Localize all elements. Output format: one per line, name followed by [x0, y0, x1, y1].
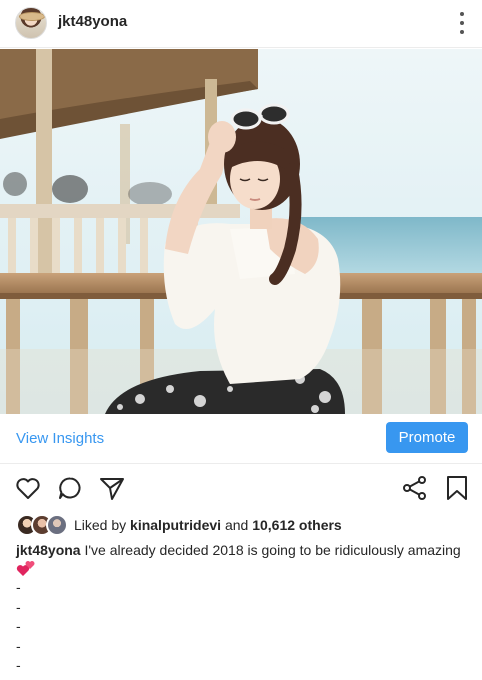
post-header: jkt48yona [0, 0, 482, 48]
caption: jkt48yona I've already decided 2018 is g… [16, 541, 471, 560]
liker-avatar [46, 514, 68, 536]
promote-button[interactable]: Promote [386, 422, 468, 453]
share-nodes-icon[interactable] [401, 474, 429, 502]
bookmark-icon[interactable] [443, 474, 471, 502]
liked-by-avatars[interactable] [16, 514, 68, 536]
more-options-icon[interactable] [458, 12, 466, 34]
caption-author[interactable]: jkt48yona [16, 542, 81, 558]
caption-dash-line: - [16, 618, 21, 634]
likes-others-count[interactable]: 10,612 others [252, 517, 342, 533]
share-icon[interactable] [98, 474, 126, 502]
post-photo[interactable] [0, 49, 482, 414]
caption-dash-line: - [16, 657, 21, 673]
heart-icon[interactable] [14, 474, 42, 502]
caption-dash-line: - [16, 598, 21, 615]
comment-icon[interactable] [56, 474, 84, 502]
post-username[interactable]: jkt48yona [58, 13, 127, 30]
caption-text: I've already decided 2018 is going to be… [80, 542, 461, 558]
view-insights-link[interactable]: View Insights [16, 430, 104, 447]
caption-dash-line: - [16, 579, 21, 595]
liker-username[interactable]: kinalputridevi [130, 517, 221, 533]
liked-by-connector: and [221, 517, 253, 533]
liked-by-prefix: Liked by [74, 517, 131, 533]
likes-row: Liked by kinalputridevi and 10,612 other… [16, 513, 342, 537]
two-hearts-emoji [16, 560, 36, 578]
caption-dash-lines: - - - - - [16, 578, 21, 676]
post-actions [0, 470, 482, 506]
profile-avatar[interactable] [15, 7, 47, 39]
caption-dash-line: - [16, 637, 21, 654]
insights-bar: View Insights Promote [0, 414, 482, 464]
post-photo-illustration [0, 49, 482, 414]
